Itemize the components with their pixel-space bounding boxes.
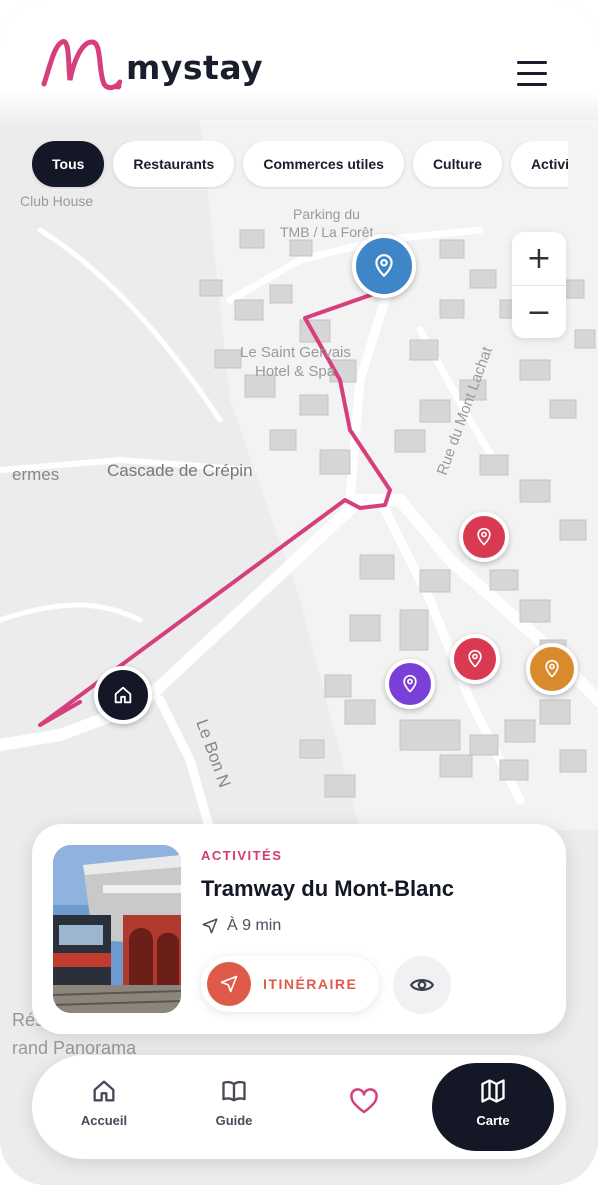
app-header: mystay: [0, 0, 598, 130]
bottom-navigation: Accueil Guide Carte: [32, 1055, 566, 1159]
filter-chip-commerces-utiles[interactable]: Commerces utiles: [243, 141, 404, 187]
phone-frame: Club House Parking du TMB / La Forêt Le …: [0, 0, 598, 1185]
map-label-thermes: ermes: [12, 465, 59, 484]
location-pin-icon: [468, 649, 482, 668]
filter-chip-activites[interactable]: Activités: [510, 141, 568, 187]
itinerary-icon-circle: [207, 962, 251, 1006]
poi-pin-red-1[interactable]: [459, 512, 509, 562]
heart-icon: [312, 1087, 416, 1123]
place-distance: À 9 min: [201, 917, 281, 935]
navigation-arrow-icon: [220, 975, 238, 993]
place-title[interactable]: Tramway du Mont-Blanc: [201, 876, 454, 902]
map-label-hotel2: Hotel & Spa: [255, 363, 336, 380]
nav-guide-label: Guide: [215, 1113, 253, 1128]
filter-chip-tous[interactable]: Tous: [32, 141, 105, 187]
map-label-parking2: TMB / La Forêt: [280, 224, 373, 240]
zoom-in-button[interactable]: +: [512, 232, 566, 285]
filter-chip-culture[interactable]: Culture: [412, 141, 502, 187]
location-pin-icon: [477, 527, 491, 546]
view-details-button[interactable]: [393, 956, 451, 1014]
map-label-club-house: Club House: [20, 193, 93, 209]
poi-pin-purple[interactable]: [385, 659, 435, 709]
distance-text: À 9 min: [227, 917, 282, 934]
nav-accueil[interactable]: Accueil: [52, 1063, 156, 1151]
map-label-parking: Parking du: [293, 206, 360, 222]
place-category: ACTIVITÉS: [201, 848, 283, 863]
nav-carte-label: Carte: [476, 1113, 510, 1128]
zoom-controls: + −: [512, 232, 566, 338]
eye-icon: [409, 979, 435, 991]
book-icon: [182, 1077, 286, 1113]
poi-pin-orange[interactable]: [526, 643, 578, 695]
itinerary-button[interactable]: ITINÉRAIRE: [201, 956, 379, 1012]
nav-accueil-label: Accueil: [80, 1113, 128, 1128]
category-filter-bar[interactable]: Tous Restaurants Commerces utiles Culture Ac…: [32, 141, 568, 189]
place-card[interactable]: ACTIVITÉS Tramway du Mont-Blanc À 9 min …: [32, 824, 566, 1034]
poi-pin-selected[interactable]: [352, 234, 416, 298]
navigation-arrow-icon: [202, 918, 218, 934]
nav-guide[interactable]: Guide: [182, 1063, 286, 1151]
brand-logo[interactable]: mystay: [40, 36, 263, 92]
map-label-hotel: Le Saint Gervais: [240, 344, 351, 361]
nav-favorites[interactable]: [312, 1063, 416, 1151]
poi-pin-red-2[interactable]: [450, 634, 500, 684]
tramway-station-image: [53, 845, 181, 1013]
location-pin-icon: [545, 659, 559, 678]
map-label-cascade: Cascade de Crépin: [107, 461, 253, 480]
filter-chip-restaurants[interactable]: Restaurants: [113, 141, 235, 187]
hamburger-menu-button[interactable]: [514, 58, 550, 90]
nav-carte[interactable]: Carte: [432, 1063, 554, 1151]
place-photo[interactable]: [53, 845, 181, 1013]
location-pin-icon: [403, 674, 417, 693]
location-pin-icon: [375, 254, 393, 278]
mystay-logo-mark: [41, 39, 122, 91]
brand-name: mystay: [126, 48, 264, 87]
hotel-home-pin[interactable]: [94, 666, 152, 724]
home-icon: [52, 1077, 156, 1113]
map-icon: [432, 1077, 554, 1113]
zoom-out-button[interactable]: −: [512, 286, 566, 339]
home-icon: [114, 686, 132, 704]
itinerary-label: ITINÉRAIRE: [263, 976, 358, 992]
